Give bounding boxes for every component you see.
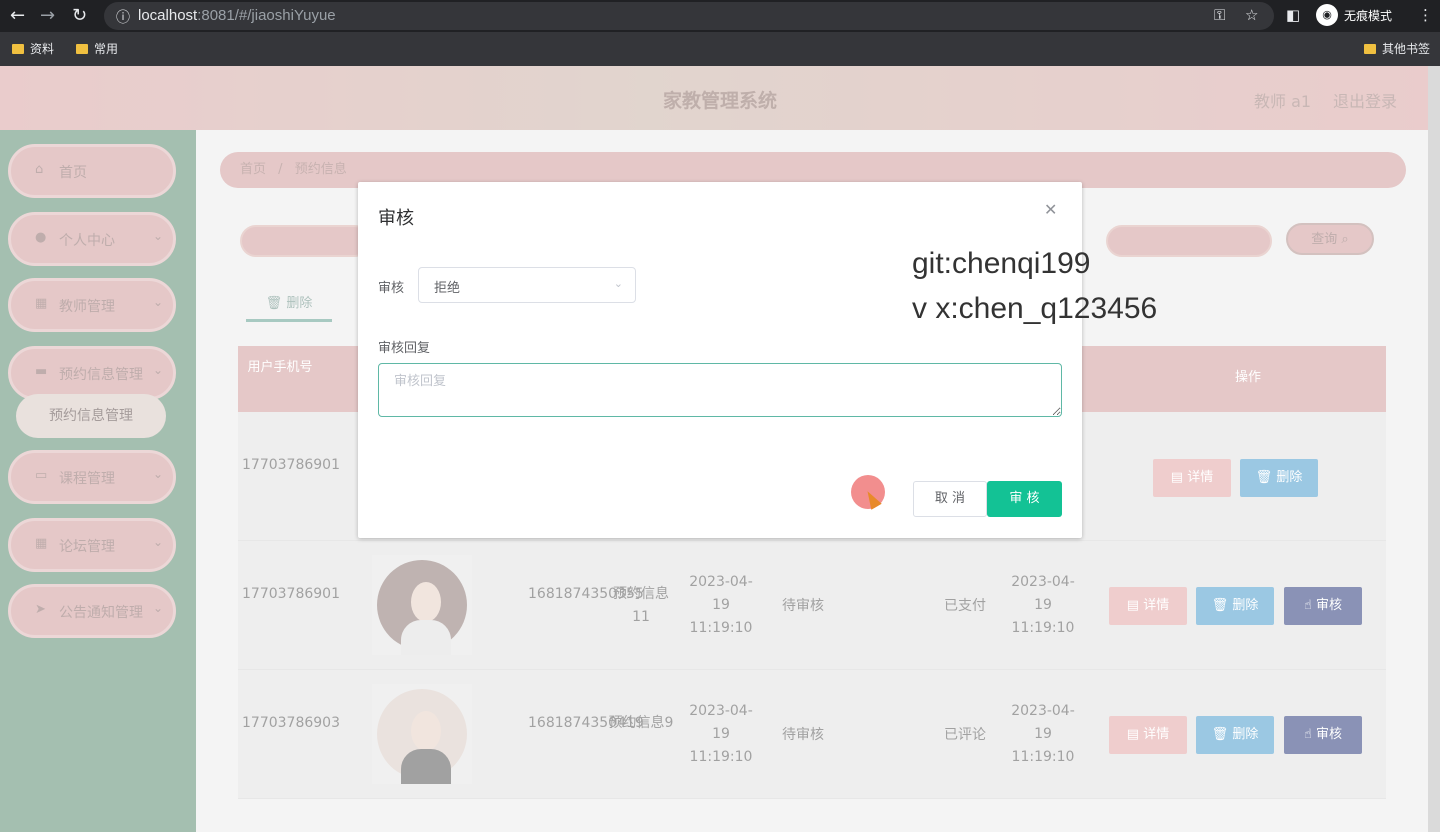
sidepanel-icon[interactable]: ◧ <box>1286 6 1300 24</box>
key-icon[interactable]: ⚿ <box>1214 6 1225 24</box>
close-icon[interactable]: ✕ <box>1044 200 1057 219</box>
audit-select[interactable]: 拒绝 ⌄ <box>418 267 636 303</box>
forward-icon[interactable]: → <box>40 5 55 26</box>
cancel-button[interactable]: 取 消 <box>913 481 987 517</box>
dialog-title: 审核 <box>378 208 414 229</box>
info-icon[interactable]: ⓘ <box>116 7 130 27</box>
address-bar[interactable]: ⓘ localhost:8081/#/jiaoshiYuyue <box>104 2 1274 30</box>
watermark-line: v x:chen_q123456 <box>912 292 1158 325</box>
reload-icon[interactable]: ↻ <box>72 5 87 26</box>
menu-icon[interactable]: ⋮ <box>1418 6 1433 24</box>
incognito-indicator[interactable]: ◉ 无痕模式 <box>1316 4 1392 26</box>
confirm-audit-button[interactable]: 审 核 <box>987 481 1062 517</box>
folder-icon <box>76 43 88 54</box>
reply-label: 审核回复 <box>378 341 431 356</box>
bookmark-folder[interactable]: 常用 <box>76 40 118 57</box>
other-bookmarks[interactable]: 其他书签 <box>1364 40 1430 57</box>
back-icon[interactable]: ← <box>10 5 25 26</box>
scrollbar[interactable] <box>1428 66 1440 832</box>
chevron-down-icon: ⌄ <box>613 277 623 290</box>
reply-textarea[interactable] <box>378 363 1062 417</box>
url-text: localhost:8081/#/jiaoshiYuyue <box>138 7 336 24</box>
bookmarks-bar: 资料 常用 其他书签 <box>0 32 1440 66</box>
watermark-line: git:chenqi199 <box>912 247 1091 280</box>
bookmark-folder[interactable]: 资料 <box>12 40 54 57</box>
audit-dialog: 审核 ✕ 审核 拒绝 ⌄ 审核回复 取 消 审 核 <box>358 182 1082 538</box>
browser-toolbar: ← → ↻ ⓘ localhost:8081/#/jiaoshiYuyue ⚿ … <box>0 0 1440 32</box>
folder-icon <box>12 43 24 54</box>
incognito-icon: ◉ <box>1316 4 1338 26</box>
audit-label: 审核 <box>378 281 405 296</box>
star-icon[interactable]: ☆ <box>1245 6 1258 24</box>
folder-icon <box>1364 43 1376 54</box>
